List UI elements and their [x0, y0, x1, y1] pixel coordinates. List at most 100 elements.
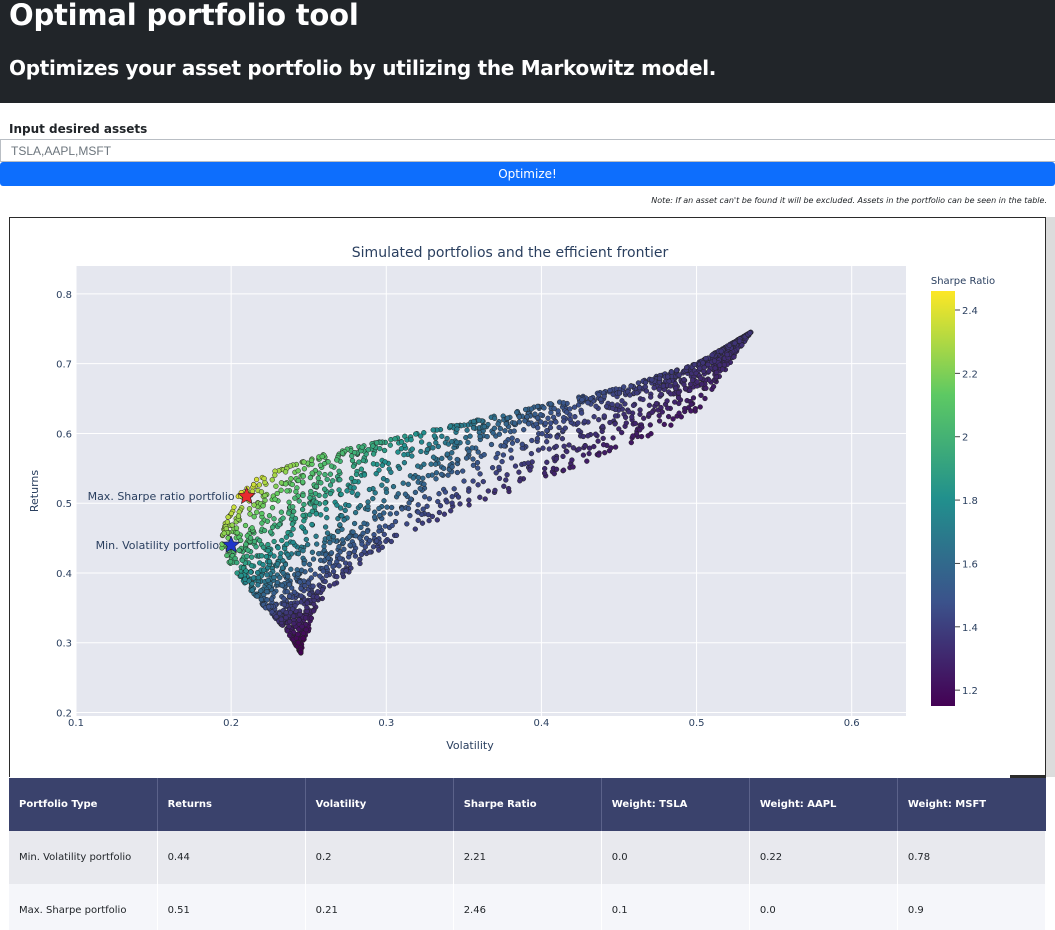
portfolio-point	[295, 639, 301, 646]
colorbar-tick-label: 2.2	[962, 369, 978, 380]
portfolio-point	[554, 434, 560, 440]
portfolio-point	[396, 465, 403, 472]
portfolio-point	[264, 572, 270, 578]
portfolio-point	[647, 422, 653, 428]
colorbar-tick-label: 2.4	[962, 306, 978, 317]
colorbar-tick-label: 1.6	[962, 559, 978, 570]
x-axis-ticks: 0.1 0.2 0.3 0.4 0.5 0.6	[68, 718, 860, 729]
assets-input[interactable]	[0, 139, 1055, 162]
portfolio-point	[336, 563, 342, 569]
portfolio-point	[258, 596, 264, 603]
portfolio-point	[691, 361, 698, 368]
portfolio-point	[697, 404, 703, 410]
portfolio-point	[328, 463, 335, 469]
portfolio-point	[304, 600, 310, 606]
portfolio-point	[502, 428, 508, 434]
portfolio-point	[688, 401, 694, 407]
portfolio-point	[572, 414, 578, 420]
portfolio-point	[373, 538, 380, 544]
portfolio-point	[303, 626, 309, 633]
portfolio-point	[234, 559, 240, 566]
column-header: Weight: AAPL	[749, 778, 898, 831]
portfolio-point	[578, 410, 585, 416]
portfolio-point	[409, 446, 415, 452]
portfolio-point	[621, 384, 627, 390]
portfolio-point	[221, 530, 227, 536]
scrollbar-track[interactable]	[1046, 217, 1055, 777]
portfolio-point	[430, 427, 436, 433]
portfolio-point	[516, 414, 522, 420]
portfolio-point	[280, 570, 286, 576]
portfolio-point	[371, 509, 378, 515]
portfolio-point	[405, 481, 411, 487]
portfolio-point	[732, 340, 738, 346]
portfolio-point	[542, 420, 549, 426]
portfolio-point	[747, 330, 753, 336]
portfolio-point	[546, 446, 552, 452]
optimize-button[interactable]: Optimize!	[0, 162, 1055, 186]
portfolio-point	[283, 609, 289, 616]
page-header: Optimal portfolio tool Optimizes your as…	[0, 0, 1055, 103]
portfolio-point	[614, 402, 621, 408]
assets-input-label: Input desired assets	[9, 122, 148, 136]
portfolio-point	[706, 368, 712, 374]
portfolio-point	[480, 478, 486, 485]
portfolio-point	[461, 478, 467, 484]
portfolio-point	[534, 435, 541, 442]
portfolio-point	[249, 587, 255, 593]
portfolio-point	[337, 522, 343, 528]
portfolio-point	[532, 411, 538, 417]
portfolio-point	[370, 495, 376, 502]
portfolio-point	[242, 522, 249, 529]
portfolio-point	[336, 487, 342, 493]
portfolio-point	[393, 510, 400, 516]
portfolio-point	[268, 596, 275, 602]
portfolio-point	[334, 457, 340, 463]
page-title: Optimal portfolio tool	[9, 0, 359, 32]
portfolio-point	[439, 455, 445, 462]
portfolio-point	[649, 377, 655, 383]
portfolio-point	[607, 419, 613, 426]
portfolio-point	[689, 377, 696, 383]
y-tick-label: 0.7	[56, 360, 72, 371]
portfolio-point	[265, 547, 271, 554]
portfolio-point	[600, 442, 607, 448]
portfolio-point	[415, 509, 421, 515]
portfolio-point	[490, 430, 496, 436]
portfolio-point	[324, 530, 331, 536]
portfolio-point	[665, 405, 671, 411]
portfolio-point	[711, 358, 718, 364]
portfolio-point	[610, 435, 616, 441]
portfolio-point	[255, 582, 261, 588]
portfolio-point	[560, 400, 567, 406]
portfolio-point	[442, 489, 449, 495]
portfolio-point	[351, 485, 357, 491]
portfolio-point	[389, 522, 395, 529]
portfolio-point	[626, 409, 632, 415]
portfolio-point	[470, 478, 476, 484]
portfolio-point	[404, 521, 410, 527]
portfolio-point	[623, 420, 629, 426]
portfolio-point	[648, 431, 654, 437]
portfolio-point	[629, 414, 635, 420]
portfolio-point	[665, 413, 672, 420]
portfolio-point	[239, 557, 245, 563]
portfolio-point	[271, 574, 277, 581]
portfolio-point	[632, 420, 638, 427]
portfolio-point	[290, 504, 296, 510]
portfolio-point	[436, 509, 443, 516]
portfolio-point	[646, 402, 653, 408]
portfolio-point	[475, 465, 481, 471]
portfolio-point	[229, 522, 235, 528]
portfolio-point	[281, 601, 287, 608]
portfolio-point	[676, 372, 682, 378]
portfolio-point	[426, 496, 433, 502]
table-header-row: Portfolio Type Returns Volatility Sharpe…	[9, 778, 1046, 831]
portfolio-point	[308, 567, 314, 573]
portfolio-point	[491, 425, 498, 431]
portfolio-point	[321, 486, 328, 492]
portfolio-point	[383, 489, 390, 495]
portfolio-point	[321, 543, 327, 550]
portfolio-point	[309, 508, 315, 514]
y-tick-label: 0.4	[56, 569, 72, 580]
